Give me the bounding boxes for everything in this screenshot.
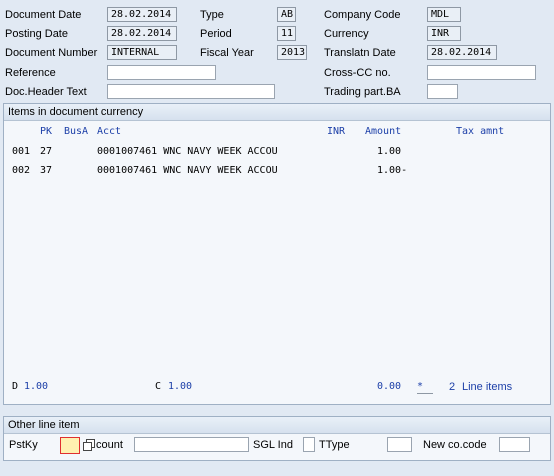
translatn-date-label: Translatn Date [324, 47, 396, 59]
row-account[interactable]: 0001007461 WNC NAVY WEEK ACCOU [97, 164, 278, 177]
cross-cc-label: Cross-CC no. [324, 67, 391, 79]
row-amount: 1.00- [377, 165, 408, 176]
debit-total: 1.00 [24, 381, 49, 392]
document-number-field[interactable]: INTERNAL [107, 45, 177, 60]
doc-header-text-field[interactable] [107, 84, 275, 99]
trading-part-field[interactable] [427, 84, 458, 99]
col-header-busa[interactable]: BusA [64, 125, 88, 138]
row-item-number: 002 [12, 165, 31, 176]
account-label: count [96, 439, 123, 451]
row-amount: 1.00 [377, 146, 402, 157]
new-co-code-field[interactable] [499, 437, 530, 452]
items-panel: Items in document currency PK BusA Acct … [3, 103, 551, 405]
currency-label: Currency [324, 28, 369, 40]
cross-cc-field[interactable] [427, 65, 536, 80]
col-header-pk[interactable]: PK [40, 125, 52, 138]
line-count: 2 [449, 381, 456, 393]
currency-field[interactable]: INR [427, 26, 461, 41]
row-posting-key: 37 [40, 165, 53, 176]
type-label: Type [200, 9, 224, 21]
period-field[interactable]: 11 [277, 26, 296, 41]
other-line-item-panel: Other line item PstKy count SGL Ind TTyp… [3, 416, 551, 461]
period-label: Period [200, 28, 232, 40]
other-line-item-title: Other line item [4, 417, 550, 434]
document-number-label: Document Number [5, 47, 98, 59]
col-header-inr[interactable]: INR [327, 125, 345, 138]
posting-date-label: Posting Date [5, 28, 68, 40]
col-header-amount[interactable]: Amount [365, 125, 401, 138]
items-panel-title: Items in document currency [4, 104, 550, 121]
credit-total: 1.00 [168, 381, 193, 392]
document-date-field[interactable]: 28.02.2014 [107, 7, 177, 22]
sgl-ind-field[interactable] [303, 437, 315, 452]
balance-value: 0.00 [377, 381, 402, 392]
ttype-label: TType [319, 439, 350, 451]
col-header-tax[interactable]: Tax amnt [456, 125, 504, 138]
fiscal-year-field[interactable]: 2013 [277, 45, 307, 60]
row-item-number: 001 [12, 146, 31, 157]
translatn-date-field[interactable]: 28.02.2014 [427, 45, 497, 60]
line-items-label: Line items [462, 381, 513, 393]
credit-label: C [155, 381, 162, 392]
company-code-field[interactable]: MDL [427, 7, 461, 22]
col-header-acct[interactable]: Acct [97, 125, 121, 138]
pstky-label: PstKy [9, 439, 38, 451]
type-field[interactable]: AB [277, 7, 296, 22]
row-account[interactable]: 0001007461 WNC NAVY WEEK ACCOU [97, 145, 278, 158]
ttype-field[interactable] [387, 437, 412, 452]
account-field[interactable] [134, 437, 249, 452]
row-posting-key: 27 [40, 146, 53, 157]
sgl-ind-label: SGL Ind [253, 439, 293, 451]
document-date-label: Document Date [5, 9, 82, 21]
trading-part-label: Trading part.BA [324, 86, 401, 98]
pstky-field[interactable] [60, 437, 80, 454]
copy-icon[interactable] [83, 439, 95, 451]
debit-label: D [12, 381, 19, 392]
fiscal-year-label: Fiscal Year [200, 47, 254, 59]
company-code-label: Company Code [324, 9, 401, 21]
balance-status-star: * [417, 380, 433, 394]
posting-date-field[interactable]: 28.02.2014 [107, 26, 177, 41]
reference-label: Reference [5, 67, 56, 79]
doc-header-text-label: Doc.Header Text [5, 86, 87, 98]
reference-field[interactable] [107, 65, 216, 80]
new-co-code-label: New co.code [423, 439, 487, 451]
